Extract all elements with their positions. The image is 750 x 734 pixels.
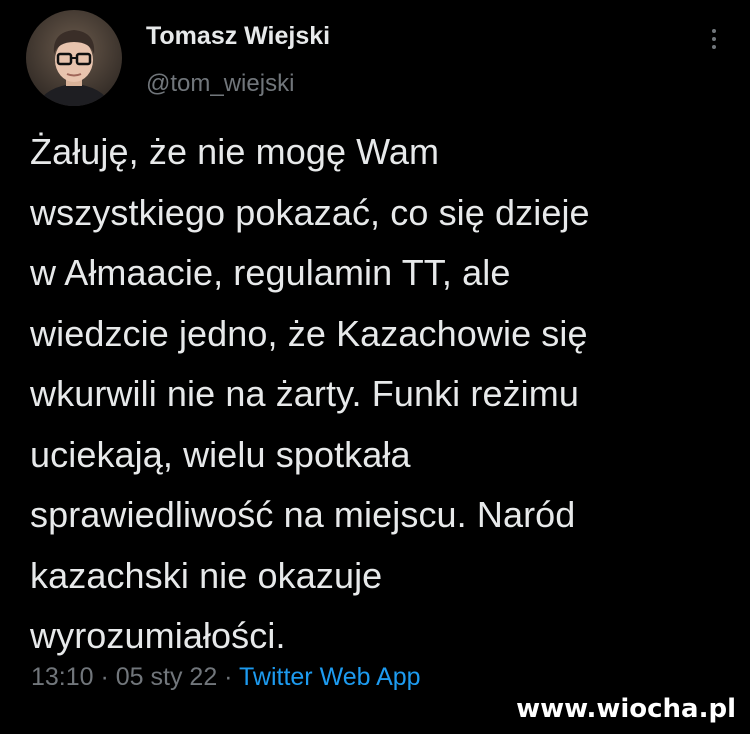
menu-dot <box>712 29 716 33</box>
author-handle[interactable]: @tom_wiejski <box>146 70 294 98</box>
meta-separator: · <box>217 663 239 691</box>
tweet-text-line: w Ałmaacie, regulamin TT, ale <box>30 252 511 293</box>
menu-dot <box>712 37 716 41</box>
tweet-card: Tomasz Wiejski @tom_wiejski Żałuję, że n… <box>0 0 750 734</box>
tweet-meta: 13:10 · 05 sty 22 · Twitter Web App <box>31 663 421 692</box>
tweet-text: Żałuję, że nie mogę Wam wszystkiego poka… <box>30 122 730 667</box>
tweet-text-line: kazachski nie okazuje <box>30 554 383 596</box>
menu-dot <box>712 45 716 49</box>
avatar[interactable] <box>26 10 122 106</box>
author-display-name[interactable]: Tomasz Wiejski <box>146 22 330 51</box>
profile-photo <box>26 10 122 106</box>
tweet-text-line: Żałuję, że nie mogę Wam <box>30 131 440 172</box>
tweet-date[interactable]: 05 sty 22 <box>116 663 217 691</box>
tweet-source-link[interactable]: Twitter Web App <box>239 663 421 691</box>
tweet-text-line: sprawiedliwość na miejscu. Naród <box>30 494 576 535</box>
meta-separator: · <box>93 663 116 691</box>
tweet-text-line: uciekają, wielu spotkała <box>30 433 411 475</box>
tweet-text-line: wkurwili nie na żarty. Funki reżimu <box>30 373 579 414</box>
tweet-text-line: wiedzcie jedno, że Kazachowie się <box>30 312 588 354</box>
more-vertical-icon[interactable] <box>700 22 728 56</box>
tweet-time[interactable]: 13:10 <box>31 663 94 691</box>
tweet-text-line: wyrozumiałości. <box>30 615 286 656</box>
watermark: www.wiocha.pl <box>516 694 736 724</box>
tweet-text-line: wszystkiego pokazać, co się dzieje <box>30 191 590 233</box>
